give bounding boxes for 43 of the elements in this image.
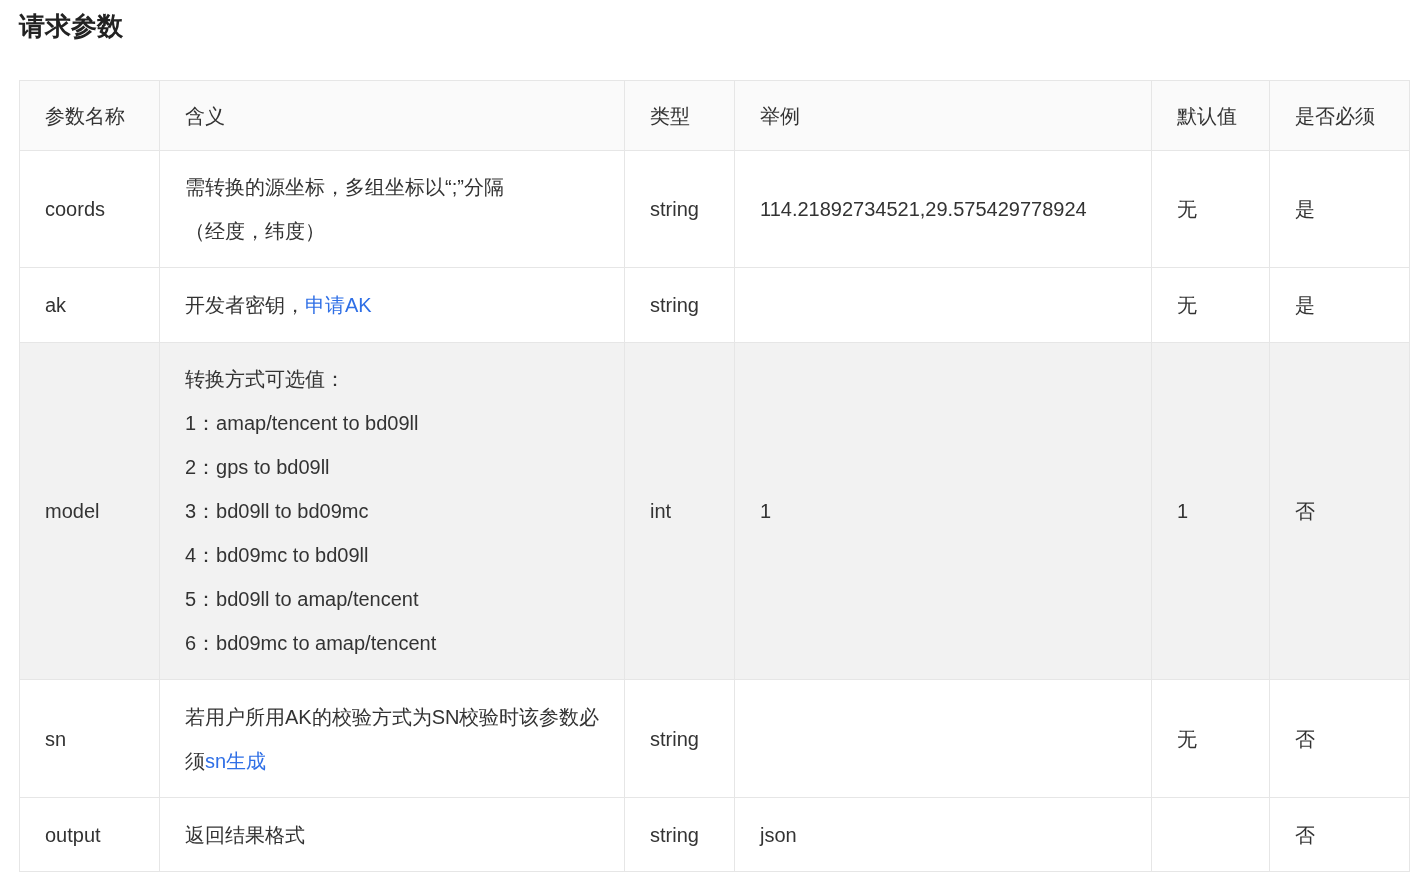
link[interactable]: 申请AK (305, 294, 372, 316)
type-text: string (650, 198, 699, 220)
type-text: string (650, 294, 699, 316)
description-text: 若用户所用AK的校验方式为SN校验时该参数必须sn生成 (185, 704, 601, 774)
column-header: 默认值 (1151, 80, 1270, 151)
type-text: string (650, 727, 699, 750)
description-text: （经度，纬度） (185, 219, 326, 244)
required-text: 是 (1295, 198, 1315, 220)
type-text: int (650, 500, 672, 522)
required-text: 否 (1295, 500, 1315, 522)
description-text: 开发者密钥，申请AK (185, 293, 373, 318)
param-name: sn (45, 727, 67, 750)
type-text: string (650, 823, 699, 846)
description-text: 1：amap/tencent to bd09ll (185, 411, 420, 436)
default-text: 无 (1177, 727, 1197, 750)
column-header: 参数名称 (19, 80, 160, 151)
column-header: 类型 (624, 80, 735, 151)
required-text: 否 (1295, 727, 1315, 750)
required-text: 是 (1295, 294, 1315, 316)
column-header: 举例 (734, 80, 1152, 151)
description-text: 3：bd09ll to bd09mc (185, 499, 370, 524)
description-text: 2：gps to bd09ll (185, 455, 331, 480)
description-text: 需转换的源坐标，多组坐标以“;”分隔 (185, 175, 505, 200)
example-text: 1 (760, 500, 772, 522)
default-text: 无 (1177, 198, 1197, 220)
description-text: 转换方式可选值： (185, 367, 346, 392)
description-text: 4：bd09mc to bd09ll (185, 543, 370, 568)
param-name: model (45, 500, 100, 522)
example-text: 114.21892734521,29.575429778924 (760, 198, 1087, 220)
required-text: 否 (1295, 823, 1315, 846)
column-header: 含义 (159, 80, 625, 151)
section-title: 请求参数 (19, 10, 124, 43)
link[interactable]: sn生成 (205, 749, 267, 772)
param-name: ak (45, 294, 67, 316)
description-text: 返回结果格式 (185, 822, 306, 848)
description-text: 6：bd09mc to amap/tencent (185, 631, 438, 656)
example-text: json (760, 823, 797, 846)
default-text: 无 (1177, 294, 1197, 316)
default-text: 1 (1177, 500, 1189, 522)
param-name: coords (45, 198, 106, 220)
column-header: 是否必须 (1269, 80, 1410, 151)
description-text: 5：bd09ll to amap/tencent (185, 587, 420, 612)
param-name: output (45, 823, 101, 846)
